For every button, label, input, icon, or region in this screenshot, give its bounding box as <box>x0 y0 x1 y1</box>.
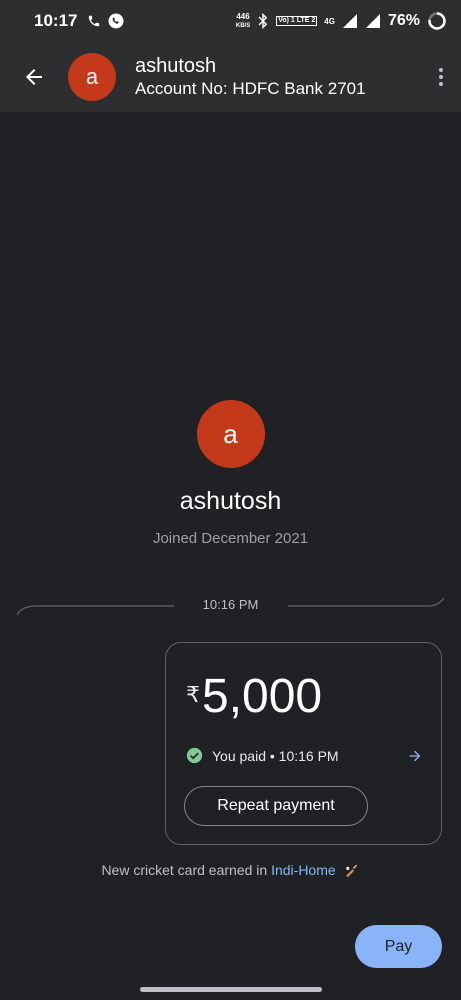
contact-header[interactable]: ashutosh Account No: HDFC Bank 2701 <box>135 55 366 100</box>
whatsapp-icon <box>108 13 124 29</box>
volte-badge: Vo) 1 LTE 2 <box>276 16 318 26</box>
battery-ring-icon <box>428 12 446 30</box>
reward-message: New cricket card earned in Indi-Home <box>0 862 461 878</box>
time-divider: 10:16 PM <box>0 590 461 620</box>
bluetooth-icon <box>258 13 268 29</box>
back-button[interactable] <box>0 42 68 112</box>
divider-time: 10:16 PM <box>202 597 259 612</box>
payment-status: You paid • 10:16 PM <box>212 747 339 764</box>
net-speed: 446 KB/S <box>235 11 251 30</box>
status-bar: 10:17 446 KB/S Vo) 1 LTE 2 4G 76% <box>0 0 461 42</box>
more-options-button[interactable] <box>421 42 461 112</box>
net-speed-unit: KB/S <box>235 22 251 29</box>
status-time: 10:17 <box>34 11 78 30</box>
reward-text: New cricket card earned in <box>101 862 272 878</box>
payment-status-row[interactable]: You paid • 10:16 PM <box>186 747 423 764</box>
status-right-icons: 446 KB/S Vo) 1 LTE 2 4G 76% <box>236 11 447 31</box>
avatar-initial: a <box>85 64 99 89</box>
check-circle-icon <box>186 747 203 764</box>
joined-date: Joined December 2021 <box>152 530 309 547</box>
profile-name: ashutosh <box>179 487 282 515</box>
back-arrow-icon <box>26 69 42 85</box>
battery-percent: 76% <box>387 12 420 29</box>
account-number: Account No: HDFC Bank 2701 <box>135 78 366 98</box>
payment-amount: 5,000 <box>202 670 323 723</box>
profile-avatar: a <box>196 400 265 468</box>
status-left-icons <box>87 12 125 30</box>
signal-icon-2 <box>365 14 380 28</box>
payment-card[interactable]: ₹ 5,000 You paid • 10:16 PM Repeat payme… <box>165 642 442 845</box>
repeat-payment-button[interactable]: Repeat payment <box>184 786 368 826</box>
phone-call-icon <box>89 15 100 27</box>
network-type-badge: 4G <box>324 16 335 26</box>
contact-name: ashutosh <box>135 54 217 77</box>
more-vert-icon <box>439 68 443 86</box>
currency-symbol: ₹ <box>186 682 200 707</box>
net-speed-value: 446 <box>236 11 250 21</box>
avatar[interactable]: a <box>68 53 116 101</box>
app-bar: a ashutosh Account No: HDFC Bank 2701 <box>0 42 461 112</box>
payment-details-arrow[interactable] <box>407 748 423 764</box>
cricket-bat-icon <box>345 864 357 878</box>
profile-section: a ashutosh Joined December 2021 <box>0 400 461 547</box>
amount-row: ₹ 5,000 <box>186 669 322 725</box>
arrow-right-icon <box>409 750 421 761</box>
signal-icon-1 <box>342 14 357 28</box>
profile-avatar-initial: a <box>223 418 238 449</box>
reward-link[interactable]: Indi-Home <box>271 862 336 878</box>
home-indicator[interactable] <box>140 987 322 992</box>
pay-button[interactable]: Pay <box>355 925 442 968</box>
